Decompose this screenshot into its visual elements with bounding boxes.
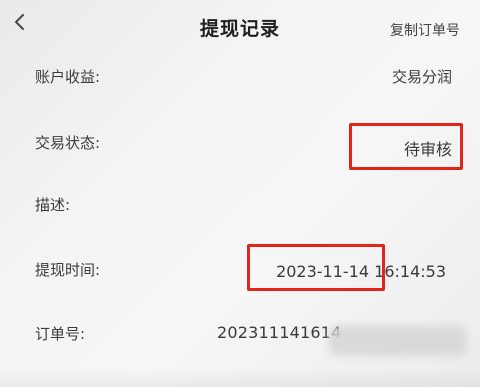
account-earnings-row: 账户收益: 交易分润	[0, 58, 480, 98]
order-number-redaction	[329, 326, 467, 356]
transaction-status-row: 交易状态: 待审核	[0, 124, 480, 164]
transaction-status-value: 待审核	[403, 140, 452, 159]
account-earnings-label: 账户收益:	[35, 68, 101, 86]
withdraw-time-row: 提现时间: 2023-11-14 16:14:53	[0, 251, 480, 291]
withdraw-time-value: 2023-11-14 16:14:53	[276, 262, 446, 281]
withdrawal-record-screen: 提现记录 复制订单号 账户收益: 交易分润 交易状态: 待审核 描述: 提现时间…	[0, 0, 480, 387]
withdraw-time-label: 提现时间:	[35, 261, 101, 279]
account-earnings-value: 交易分润	[391, 68, 452, 86]
description-label: 描述:	[35, 196, 71, 214]
description-row: 描述:	[0, 186, 480, 226]
header: 提现记录 复制订单号	[0, 0, 480, 54]
copy-order-number-button[interactable]: 复制订单号	[390, 20, 460, 40]
bottom-shadow	[0, 369, 480, 387]
transaction-status-label: 交易状态:	[35, 134, 101, 152]
order-number-value: 202311141614	[217, 323, 342, 342]
order-number-label: 订单号:	[35, 325, 86, 343]
